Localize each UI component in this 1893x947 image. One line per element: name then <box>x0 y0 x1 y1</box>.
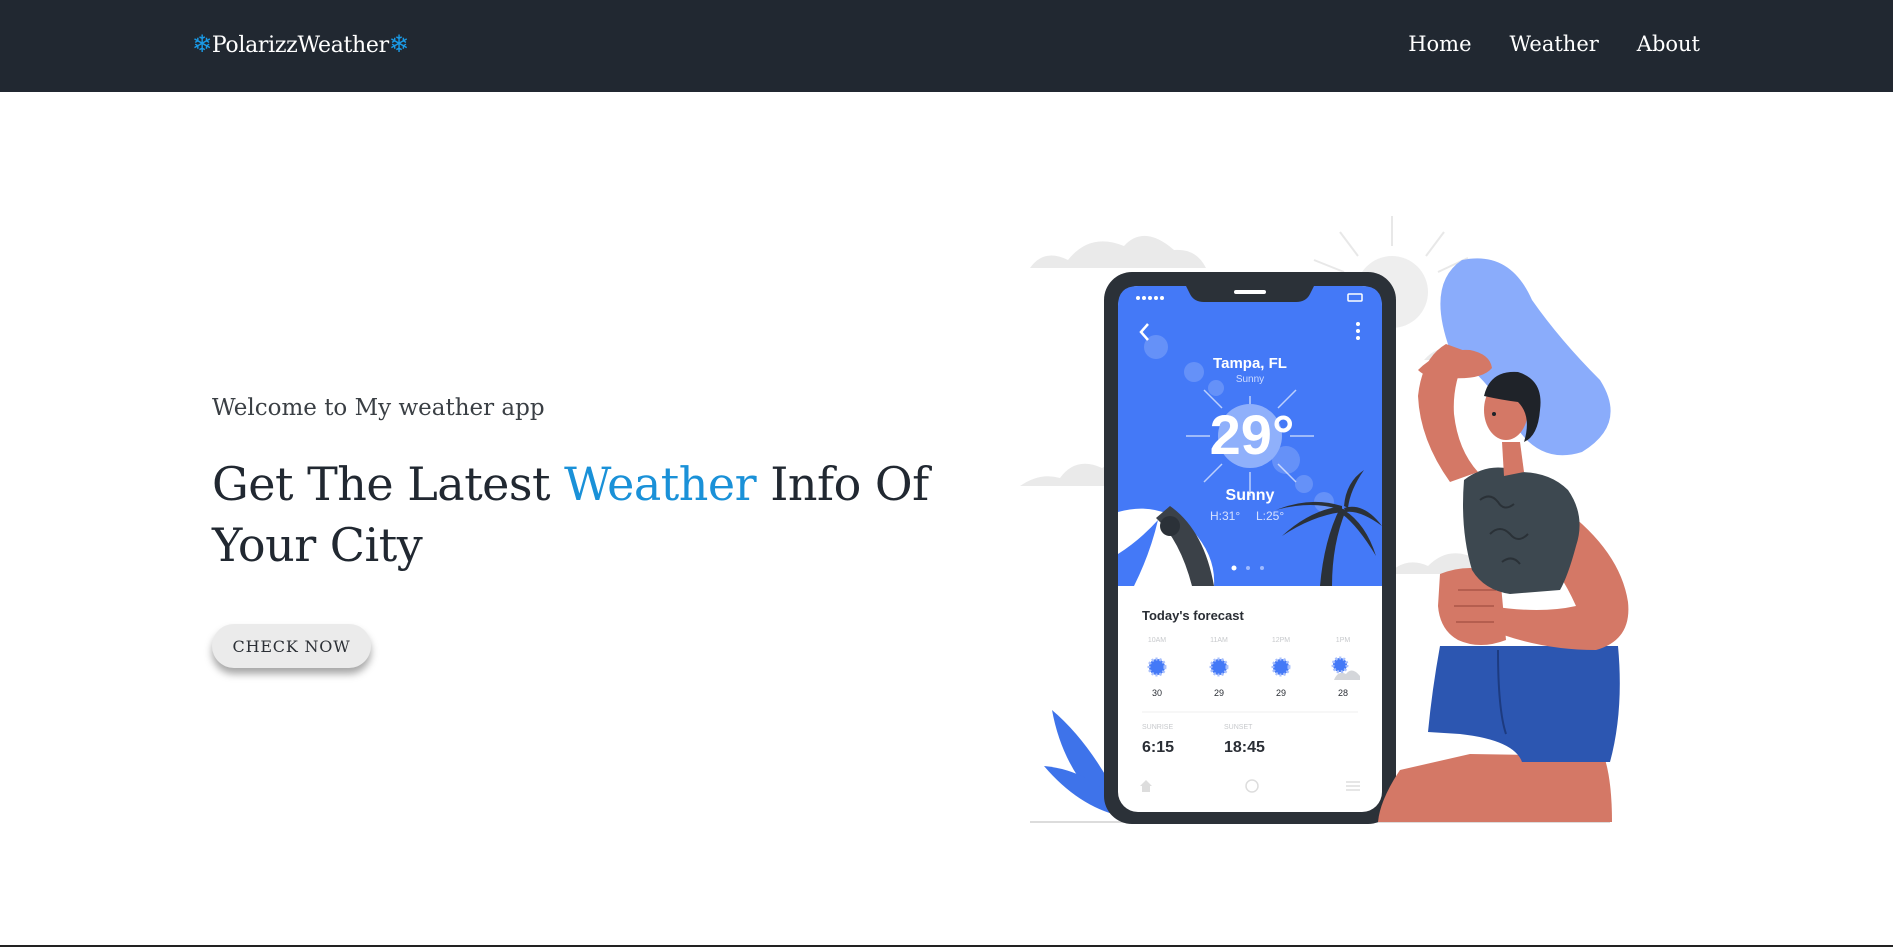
person-eye <box>1492 412 1496 416</box>
more-vertical-icon <box>1356 322 1360 340</box>
person-legs <box>1378 754 1612 822</box>
forecast-temp: 29 <box>1214 688 1224 698</box>
sun-icon <box>1271 657 1291 677</box>
headline-accent: Weather <box>564 457 757 511</box>
brand-logo[interactable]: ❄PolarizzWeather❄ <box>192 28 409 62</box>
high-temp: H:31° <box>1210 509 1240 523</box>
forecast-time: 10AM <box>1148 637 1166 644</box>
temperature-display: 29° <box>1210 403 1295 466</box>
page-dot <box>1246 566 1250 570</box>
sunset-label: SUNSET <box>1224 724 1253 731</box>
hero-section: Welcome to My weather app Get The Latest… <box>212 388 972 576</box>
sun-icon <box>1209 657 1229 677</box>
condition-label: Sunny <box>1226 487 1275 504</box>
brand-name: PolarizzWeather <box>211 33 389 58</box>
hero-headline: Get The Latest Weather Info Of Your City <box>212 454 972 576</box>
forecast-time: 12PM <box>1272 637 1290 644</box>
snowflake-icon: ❄ <box>388 30 409 58</box>
nav-links: Home Weather About <box>1408 28 1700 60</box>
condition-small: Sunny <box>1236 374 1264 385</box>
person-hand-forehead <box>1418 349 1492 379</box>
phone-speaker <box>1234 290 1266 294</box>
forecast-temp: 30 <box>1152 688 1162 698</box>
nav-link-weather[interactable]: Weather <box>1510 28 1599 60</box>
page-dot <box>1260 566 1264 570</box>
nav-link-about[interactable]: About <box>1637 28 1700 60</box>
forecast-temp: 28 <box>1338 688 1348 698</box>
page-dot-active <box>1231 565 1237 571</box>
person-top <box>1463 467 1580 594</box>
city-name: Tampa, FL <box>1213 355 1287 372</box>
sun-cloud-icon <box>1331 656 1349 674</box>
check-now-button[interactable]: CHECK NOW <box>212 624 371 668</box>
forecast-time: 1PM <box>1336 637 1351 644</box>
sunset-time: 18:45 <box>1224 739 1265 756</box>
person-shorts <box>1428 646 1620 762</box>
sunrise-label: SUNRISE <box>1142 724 1173 731</box>
cloud-shape <box>1030 235 1206 268</box>
sunrise-time: 6:15 <box>1142 739 1174 756</box>
navbar: ❄PolarizzWeather❄ Home Weather About <box>0 0 1893 92</box>
welcome-text: Welcome to My weather app <box>212 395 545 421</box>
forecast-time: 11AM <box>1210 637 1228 644</box>
person-neck <box>1502 442 1524 476</box>
nav-link-home[interactable]: Home <box>1408 28 1471 60</box>
headline-part: Get The Latest <box>212 457 565 511</box>
forecast-temp: 29 <box>1276 688 1286 698</box>
snowflake-icon: ❄ <box>192 30 212 58</box>
low-temp: L:25° <box>1256 509 1284 523</box>
forecast-title: Today's forecast <box>1142 608 1245 623</box>
sun-icon <box>1147 657 1167 677</box>
beach-ball-cap <box>1160 516 1180 536</box>
weather-app-illustration: Tampa, FL Sunny 29° Sunny H:31° L:25° To… <box>1020 216 1629 824</box>
